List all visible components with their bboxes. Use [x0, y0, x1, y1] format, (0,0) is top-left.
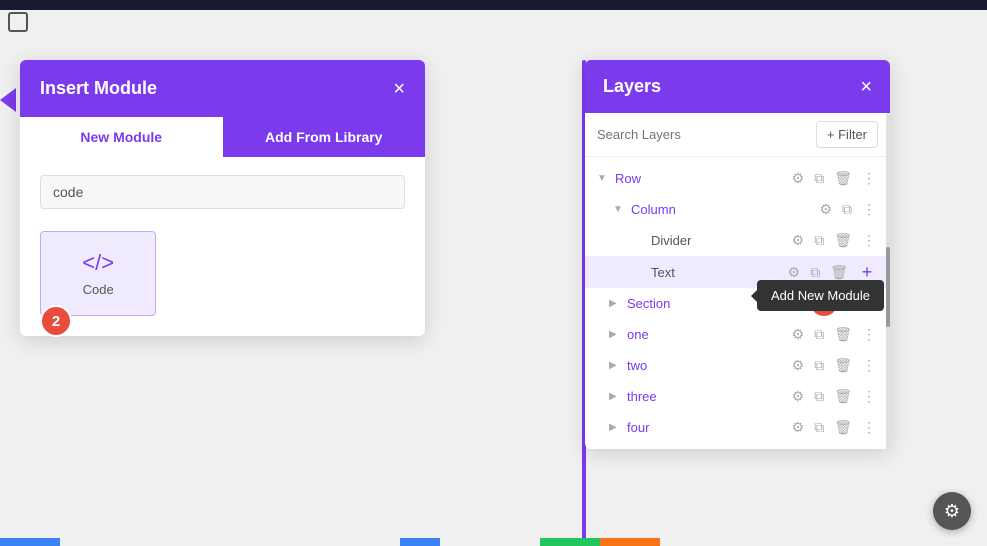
layer-actions-three: ⚙ ⧉ 🗑 ⋮ — [790, 386, 878, 407]
copy-icon-two[interactable]: ⧉ — [812, 355, 826, 376]
settings-icon-column[interactable]: ⚙ — [817, 199, 834, 220]
layer-row-divider[interactable]: Divider ⚙ ⧉ 🗑 ⋮ — [585, 225, 890, 256]
top-icon[interactable] — [8, 12, 28, 32]
layer-name-text: Text — [651, 265, 786, 280]
copy-icon-row[interactable]: ⧉ — [812, 168, 826, 189]
layer-name-column: Column — [631, 202, 817, 217]
bottom-bar-gap-2 — [440, 538, 540, 546]
more-icon-one[interactable]: ⋮ — [860, 324, 878, 345]
copy-icon-three[interactable]: ⧉ — [812, 386, 826, 407]
settings-icon-four[interactable]: ⚙ — [790, 417, 807, 438]
diamond-arrow — [0, 88, 16, 112]
layers-scrollbar[interactable] — [886, 113, 890, 449]
layer-row-three[interactable]: ▶ three ⚙ ⧉ 🗑 ⋮ — [585, 381, 890, 412]
settings-icon-one[interactable]: ⚙ — [790, 324, 807, 345]
tab-new-module[interactable]: New Module — [20, 117, 223, 157]
layers-header: Layers × — [585, 60, 890, 113]
settings-icon-two[interactable]: ⚙ — [790, 355, 807, 376]
copy-icon-column[interactable]: ⧉ — [840, 199, 854, 220]
delete-icon-three[interactable]: 🗑 — [832, 386, 854, 407]
layer-actions-two: ⚙ ⧉ 🗑 ⋮ — [790, 355, 878, 376]
delete-icon-two[interactable]: 🗑 — [832, 355, 854, 376]
toggle-row: ▼ — [597, 172, 611, 186]
layer-name-divider: Divider — [651, 233, 790, 248]
layer-actions-row: ⚙ ⧉ 🗑 ⋮ — [790, 168, 878, 189]
bottom-bar-gap-1 — [60, 538, 400, 546]
layer-row-row[interactable]: ▼ Row ⚙ ⧉ 🗑 ⋮ — [585, 163, 890, 194]
tab-add-from-library[interactable]: Add From Library — [223, 117, 426, 157]
layer-actions-column: ⚙ ⧉ ⋮ — [817, 199, 878, 220]
panel-header: Insert Module × — [20, 60, 425, 117]
search-container — [20, 157, 425, 221]
insert-module-panel: Insert Module × New Module Add From Libr… — [20, 60, 425, 336]
insert-module-close-button[interactable]: × — [393, 79, 405, 99]
tooltip-label: Add New Module — [771, 288, 870, 303]
bottom-bar-blue-1 — [0, 538, 60, 546]
layer-row-column[interactable]: ▼ Column ⚙ ⧉ ⋮ — [585, 194, 890, 225]
settings-icon-divider[interactable]: ⚙ — [790, 230, 807, 251]
layer-name-four: four — [627, 420, 790, 435]
layers-close-button[interactable]: × — [860, 77, 872, 97]
layer-name-two: two — [627, 358, 790, 373]
more-icon-two[interactable]: ⋮ — [860, 355, 878, 376]
step-badge-2: 2 — [40, 305, 72, 337]
gear-fab-button[interactable]: ⚙ — [933, 492, 971, 530]
code-icon: </> — [82, 250, 114, 276]
toggle-column: ▼ — [613, 203, 627, 217]
bottom-bar-blue-2 — [400, 538, 440, 546]
settings-icon-three[interactable]: ⚙ — [790, 386, 807, 407]
delete-icon-one[interactable]: 🗑 — [832, 324, 854, 345]
more-icon-three[interactable]: ⋮ — [860, 386, 878, 407]
layer-actions-one: ⚙ ⧉ 🗑 ⋮ — [790, 324, 878, 345]
delete-icon-four[interactable]: 🗑 — [832, 417, 854, 438]
layer-row-two[interactable]: ▶ two ⚙ ⧉ 🗑 ⋮ — [585, 350, 890, 381]
module-item-code[interactable]: </> Code — [40, 231, 156, 316]
gear-icon: ⚙ — [944, 501, 960, 522]
copy-icon-divider[interactable]: ⧉ — [812, 230, 826, 251]
top-bar — [0, 0, 987, 10]
layers-scrollbar-thumb — [886, 247, 890, 327]
toggle-four: ▶ — [609, 421, 623, 435]
bottom-bar-green — [540, 538, 600, 546]
bottom-bar-orange — [600, 538, 660, 546]
delete-icon-divider[interactable]: 🗑 — [832, 230, 854, 251]
copy-icon-four[interactable]: ⧉ — [812, 417, 826, 438]
panel-tabs: New Module Add From Library — [20, 117, 425, 157]
layers-search-bar: + Filter — [585, 113, 890, 157]
toggle-two: ▶ — [609, 359, 623, 373]
more-icon-divider[interactable]: ⋮ — [860, 230, 878, 251]
module-search-input[interactable] — [40, 175, 405, 209]
bottom-indicators — [0, 528, 987, 546]
module-label-code: Code — [83, 282, 114, 297]
delete-icon-row[interactable]: 🗑 — [832, 168, 854, 189]
copy-icon-one[interactable]: ⧉ — [812, 324, 826, 345]
layer-name-one: one — [627, 327, 790, 342]
more-icon-column[interactable]: ⋮ — [860, 199, 878, 220]
layers-panel: Layers × + Filter ▼ Row ⚙ ⧉ 🗑 ⋮ ▼ — [585, 60, 890, 449]
more-icon-four[interactable]: ⋮ — [860, 417, 878, 438]
toggle-one: ▶ — [609, 328, 623, 342]
layer-name-three: three — [627, 389, 790, 404]
layer-row-one[interactable]: ▶ one ⚙ ⧉ 🗑 ⋮ — [585, 319, 890, 350]
settings-icon-row[interactable]: ⚙ — [790, 168, 807, 189]
modules-grid: </> Code — [20, 221, 425, 336]
add-new-module-tooltip: Add New Module — [757, 280, 884, 311]
layer-actions-divider: ⚙ ⧉ 🗑 ⋮ — [790, 230, 878, 251]
layer-actions-four: ⚙ ⧉ 🗑 ⋮ — [790, 417, 878, 438]
layer-name-row: Row — [615, 171, 790, 186]
filter-button[interactable]: + Filter — [816, 121, 878, 148]
panel-title: Insert Module — [40, 78, 157, 99]
toggle-three: ▶ — [609, 390, 623, 404]
layer-row-four[interactable]: ▶ four ⚙ ⧉ 🗑 ⋮ — [585, 412, 890, 443]
layers-search-input[interactable] — [597, 127, 808, 142]
layers-title: Layers — [603, 76, 661, 97]
toggle-section: ▶ — [609, 297, 623, 311]
toggle-text — [633, 265, 647, 279]
more-icon-row[interactable]: ⋮ — [860, 168, 878, 189]
toggle-divider — [633, 234, 647, 248]
